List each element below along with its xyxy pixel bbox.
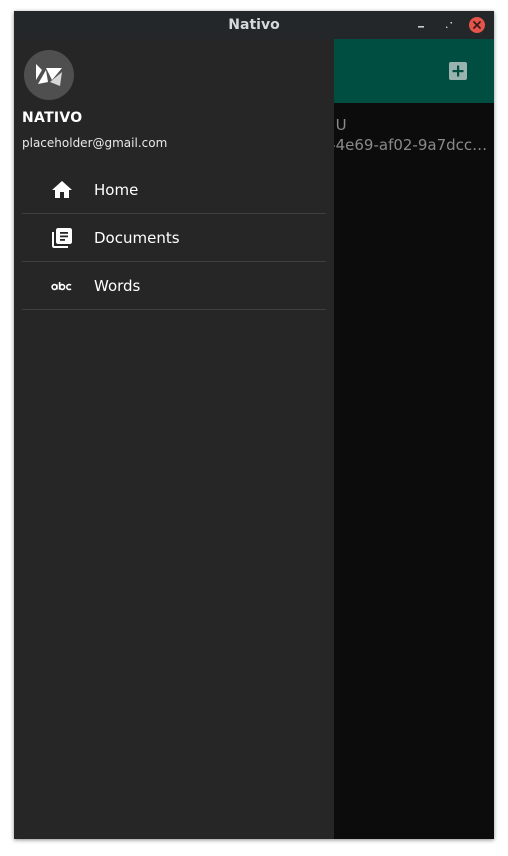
close-icon[interactable]	[469, 17, 485, 33]
title-bar[interactable]: Nativo	[14, 11, 494, 39]
add-box-icon[interactable]	[448, 61, 468, 81]
maximize-icon[interactable]	[441, 17, 457, 33]
document-icon	[50, 226, 74, 250]
avatar	[24, 50, 74, 100]
minimize-icon[interactable]	[413, 17, 429, 33]
nav-item-label: Words	[94, 277, 141, 295]
user-name: NATIVO	[22, 110, 83, 126]
nav-item-home[interactable]: Home	[22, 166, 326, 214]
nav-item-label: Documents	[94, 229, 180, 247]
home-icon	[50, 178, 74, 202]
abc-icon	[50, 274, 74, 298]
nav-item-label: Home	[94, 181, 139, 199]
kivy-logo-icon	[36, 64, 62, 86]
user-email: placeholder@gmail.com	[22, 136, 168, 150]
app-window: Nativo 3:U a-4e69-af02-9a7dcc	[14, 11, 494, 839]
divider	[22, 309, 326, 310]
navigation-drawer: NATIVO placeholder@gmail.com Home Docume…	[14, 39, 334, 839]
list-item-secondary-text[interactable]: a-4e69-af02-9a7dcc…	[321, 136, 487, 154]
nav-item-documents[interactable]: Documents	[22, 214, 326, 262]
nav-item-words[interactable]: Words	[22, 262, 326, 310]
